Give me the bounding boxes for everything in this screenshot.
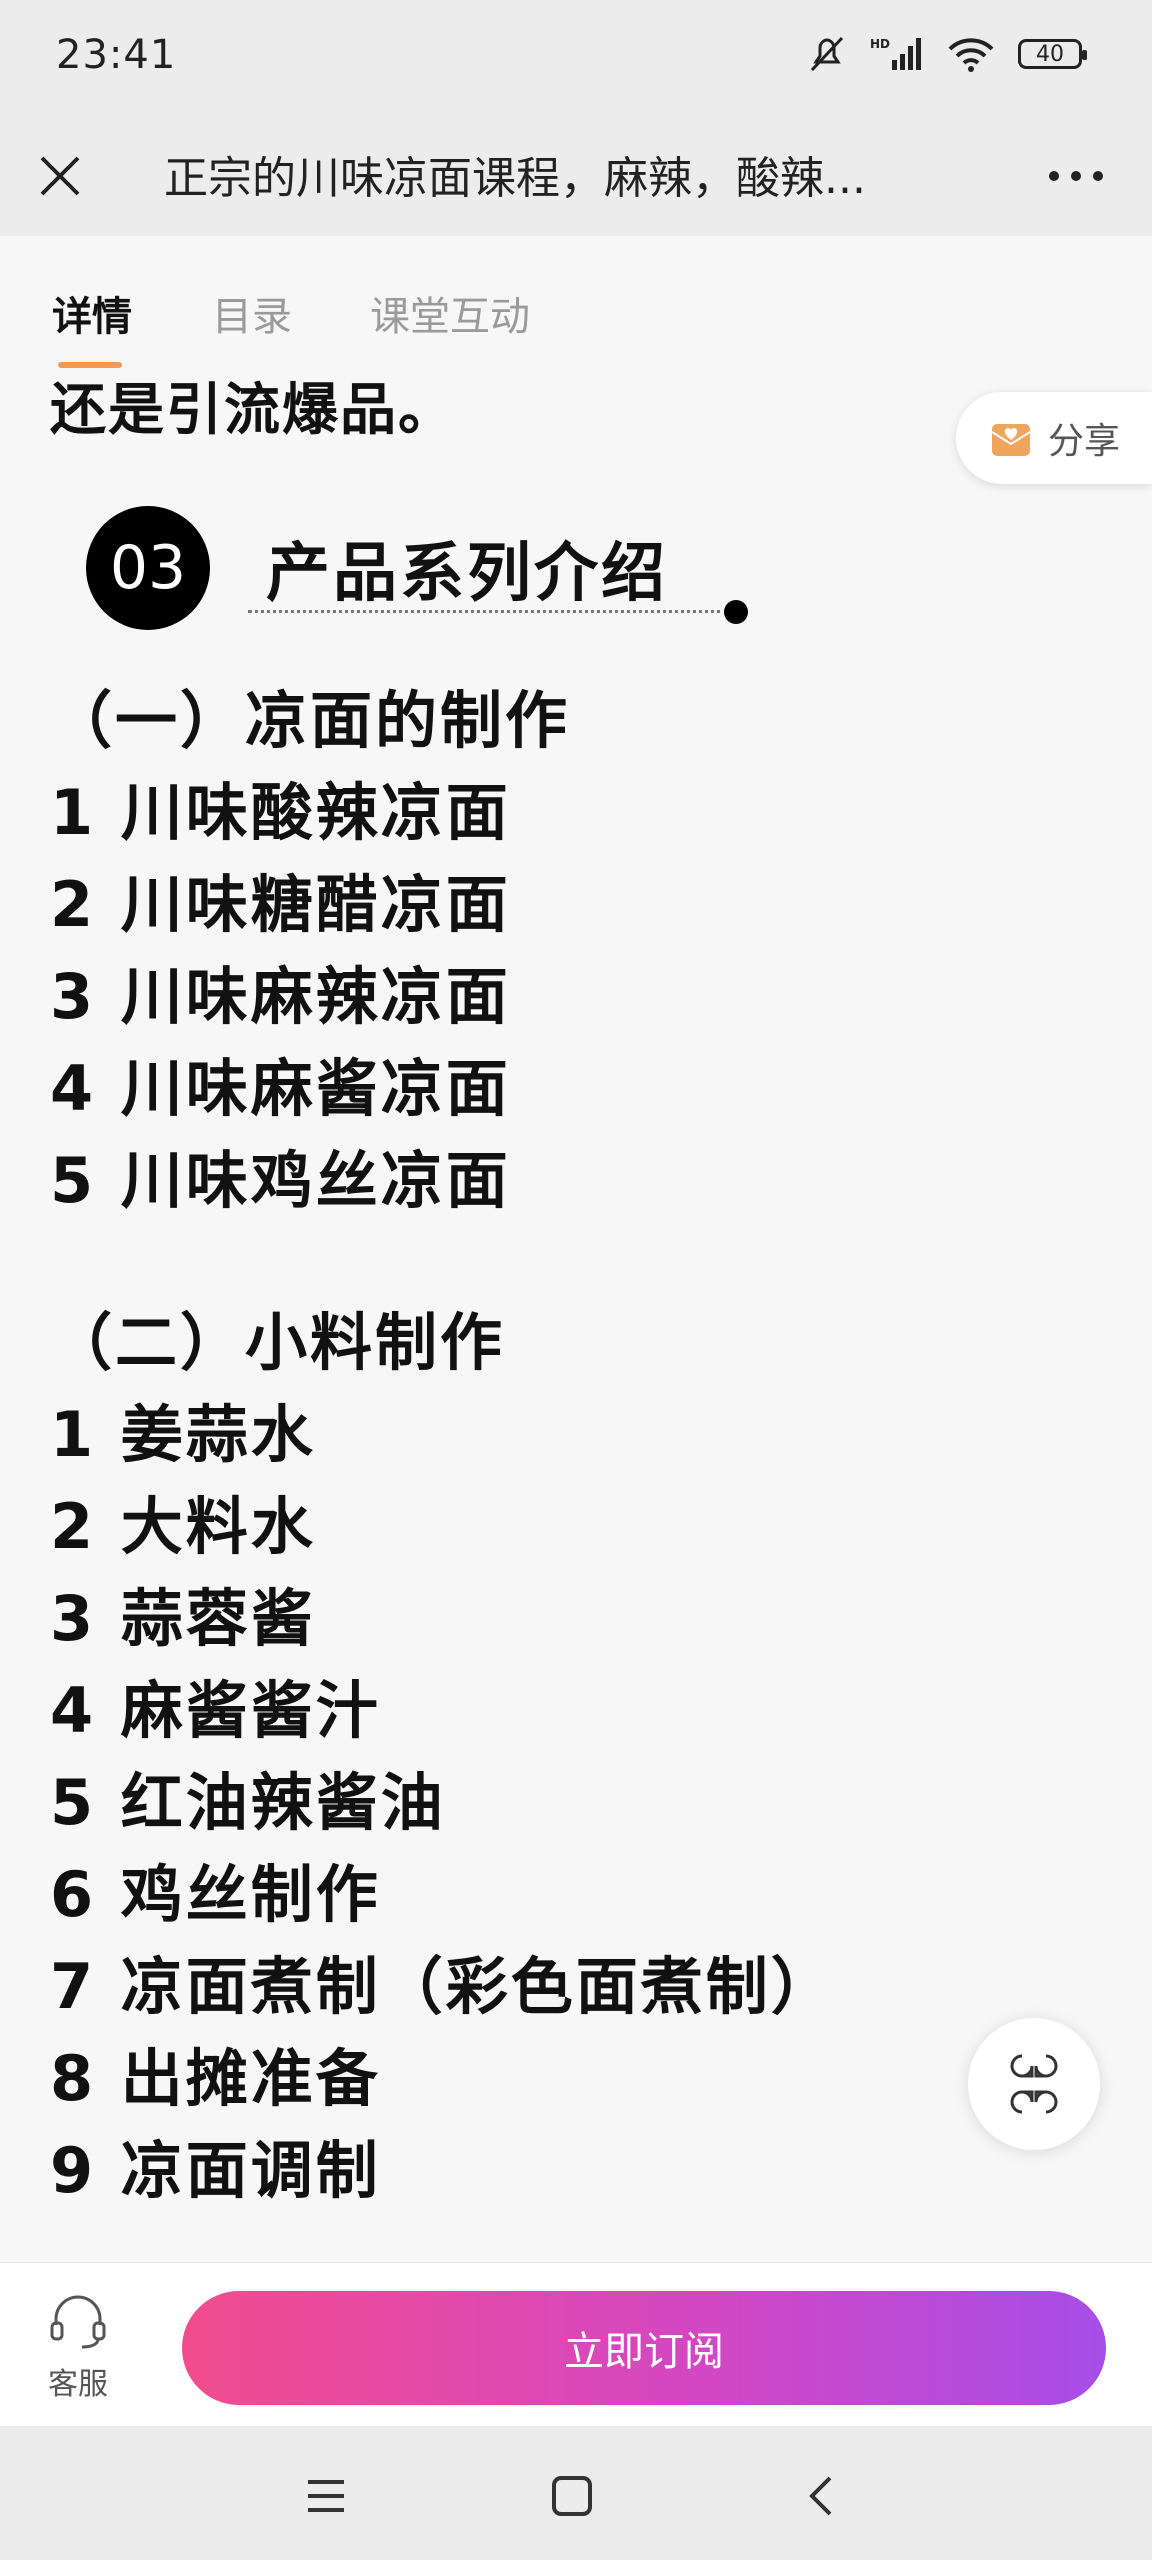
partial-paragraph: 还是引流爆品。 <box>50 378 456 443</box>
customer-service-button[interactable]: 客服 <box>40 2293 116 2403</box>
menu-icon <box>308 2480 344 2512</box>
tab-catalog[interactable]: 目录 <box>212 284 292 342</box>
svg-text:HD: HD <box>870 37 890 51</box>
home-icon <box>552 2476 592 2516</box>
status-time: 23:41 <box>56 32 177 78</box>
list-item: 4 川味麻酱凉面 <box>50 1052 511 1125</box>
status-bar: 23:41 HD 40 <box>0 0 1152 116</box>
list-item: 6 鸡丝制作 <box>50 1858 381 1931</box>
list-item: 5 川味鸡丝凉面 <box>50 1144 511 1217</box>
close-icon <box>40 156 80 196</box>
subscribe-button[interactable]: 立即订阅 <box>182 2291 1106 2405</box>
course-detail-content: 还是引流爆品。 03 产品系列介绍 （一）凉面的制作 1 川味酸辣凉面 2 川味… <box>0 360 1152 2260</box>
list-item: 3 川味麻辣凉面 <box>50 960 511 1033</box>
nav-home-button[interactable] <box>544 2468 600 2524</box>
tab-details[interactable]: 详情 <box>52 284 132 342</box>
list-item: 2 川味糖醋凉面 <box>50 868 511 941</box>
tab-bar: 详情 目录 课堂互动 <box>0 236 1152 376</box>
close-button[interactable] <box>28 144 92 208</box>
heading-underline <box>248 610 728 613</box>
status-icons: HD 40 <box>806 34 1087 74</box>
more-button[interactable] <box>1040 156 1112 196</box>
list-item: 3 蒜蓉酱 <box>50 1582 316 1655</box>
grid-menu-button[interactable] <box>968 2018 1100 2150</box>
app-bar: 正宗的川味凉面课程，麻辣，酸辣... <box>0 116 1152 236</box>
back-icon <box>809 2476 832 2516</box>
heading-dot <box>724 600 748 624</box>
list-item: 7 凉面煮制（彩色面煮制） <box>50 1950 836 2023</box>
signal-icon: HD <box>870 36 924 72</box>
wifi-icon <box>946 35 996 73</box>
tab-interaction[interactable]: 课堂互动 <box>370 284 530 342</box>
page-title: 正宗的川味凉面课程，麻辣，酸辣... <box>164 153 866 204</box>
section-number-badge: 03 <box>86 506 210 630</box>
share-icon <box>991 424 1031 456</box>
section-heading: 产品系列介绍 <box>266 537 668 611</box>
list-item: 1 姜蒜水 <box>50 1398 316 1471</box>
list-item: 8 出摊准备 <box>50 2042 381 2115</box>
headset-icon <box>50 2295 106 2349</box>
share-label: 分享 <box>1048 421 1121 462</box>
more-icon <box>1049 171 1103 181</box>
share-button[interactable]: 分享 <box>956 392 1152 484</box>
list-item: 5 红油辣酱油 <box>50 1766 446 1839</box>
battery-indicator: 40 <box>1018 39 1087 69</box>
list-item: 1 川味酸辣凉面 <box>50 776 511 849</box>
list-item: 2 大料水 <box>50 1490 316 1563</box>
group-heading-sauces: （二）小料制作 <box>50 1306 506 1379</box>
list-item: 4 麻酱酱汁 <box>50 1674 381 1747</box>
mute-icon <box>806 34 848 74</box>
group-heading-noodles: （一）凉面的制作 <box>50 684 571 757</box>
system-navigation-bar <box>0 2426 1152 2560</box>
active-tab-indicator <box>58 362 122 368</box>
customer-service-label: 客服 <box>48 2367 108 2402</box>
nav-menu-button[interactable] <box>298 2468 354 2524</box>
list-item: 9 凉面调制 <box>50 2134 381 2207</box>
grid-menu-icon <box>1010 2054 1058 2114</box>
nav-back-button[interactable] <box>794 2468 850 2524</box>
bottom-action-bar: 客服 立即订阅 <box>0 2262 1152 2427</box>
